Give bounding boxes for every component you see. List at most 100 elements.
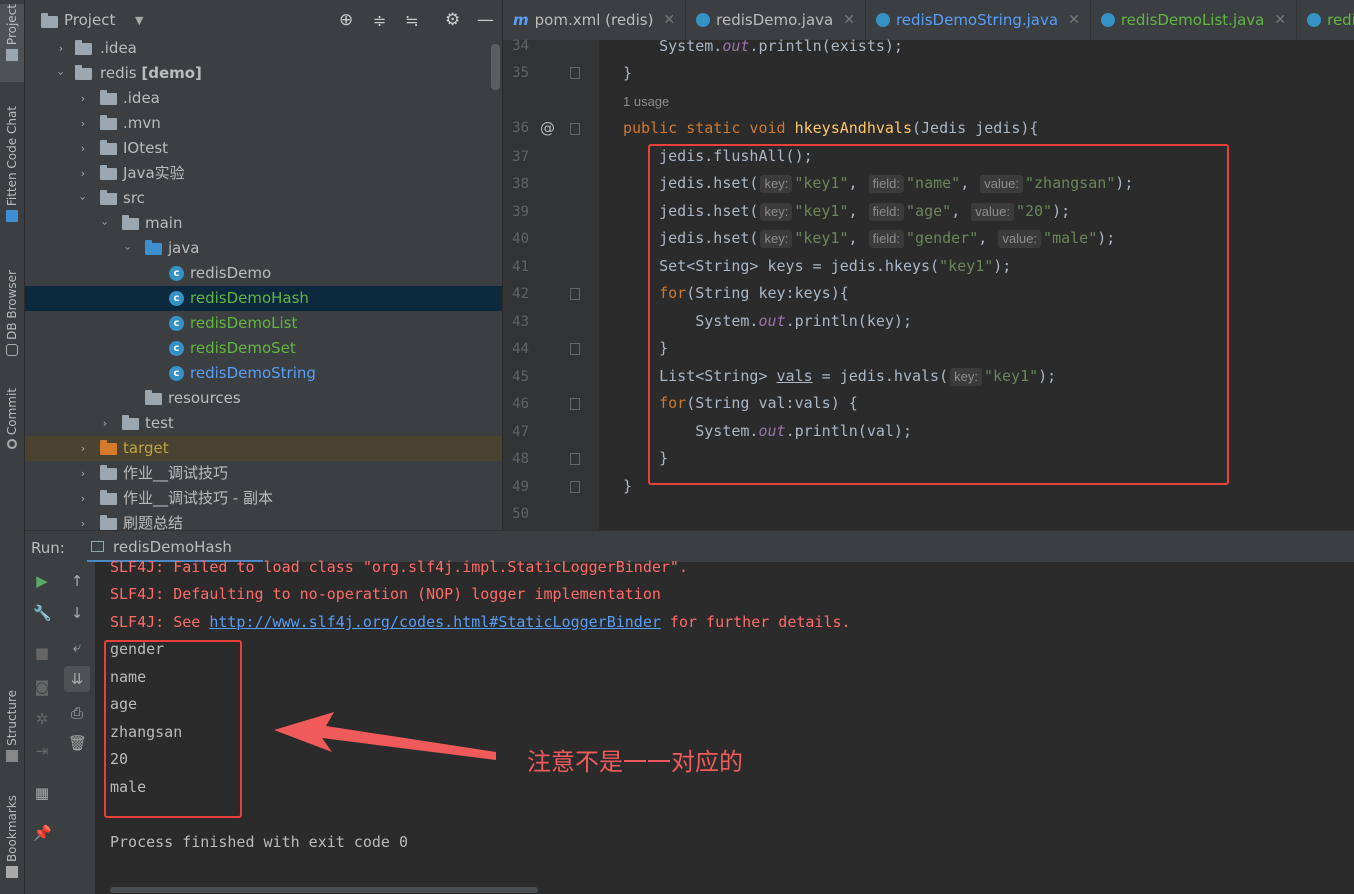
chevron-down-icon[interactable]: › — [49, 68, 74, 80]
tab-redisdemolist[interactable]: redisDemoList.java ✕ — [1091, 0, 1298, 40]
bookmarks-tab[interactable]: Bookmarks — [0, 795, 24, 887]
code-line-49: } — [623, 477, 633, 495]
close-icon[interactable]: ✕ — [663, 12, 675, 28]
tree-item-target[interactable]: › target — [25, 436, 502, 461]
chevron-down-icon[interactable]: ▼ — [135, 14, 143, 27]
soft-wrap-icon[interactable]: ⤶ — [68, 638, 86, 656]
console-error-line: SLF4J: See http://www.slf4j.org/codes.ht… — [110, 613, 851, 631]
tree-item-debug-homework[interactable]: › 作业__调试技巧 — [25, 461, 502, 486]
tree-item-mvn[interactable]: › .mvn — [25, 111, 502, 136]
tree-item-iotest[interactable]: › IOtest — [25, 136, 502, 161]
chevron-right-icon[interactable]: › — [55, 36, 67, 61]
structure-tab[interactable]: Structure — [0, 690, 24, 770]
chevron-right-icon[interactable]: › — [77, 86, 89, 111]
tree-item-label: 刷题总结 — [123, 514, 184, 530]
chevron-right-icon[interactable]: › — [77, 436, 89, 461]
fold-marker-icon[interactable] — [570, 453, 580, 465]
tree-item-practice-summary[interactable]: › 刷题总结 — [25, 511, 502, 530]
fold-marker-icon[interactable] — [570, 288, 580, 300]
tree-item-debug-homework-copy[interactable]: › 作业__调试技巧 - 副本 — [25, 486, 502, 511]
tree-item-redisdemoset[interactable]: c redisDemoSet — [25, 336, 502, 361]
exit-icon[interactable]: ⇥ — [33, 742, 51, 760]
tab-redisd-truncated[interactable]: redisD — [1297, 0, 1354, 40]
override-marker-icon[interactable]: @ — [540, 119, 555, 137]
chevron-down-icon[interactable]: › — [71, 193, 96, 205]
close-icon[interactable]: ✕ — [843, 12, 855, 28]
chevron-right-icon[interactable]: › — [77, 511, 89, 530]
chevron-down-icon[interactable]: › — [116, 243, 141, 255]
fold-marker-icon[interactable] — [570, 67, 580, 79]
line-number: 46 — [512, 396, 529, 412]
database-icon — [6, 343, 18, 356]
arrow-up-icon[interactable]: ↑ — [68, 572, 86, 590]
fold-marker-icon[interactable] — [570, 123, 580, 135]
chevron-right-icon[interactable]: › — [77, 486, 89, 511]
tree-item-label: resources — [168, 389, 241, 407]
project-tool-tab[interactable]: Project — [0, 4, 24, 82]
minimize-icon[interactable]: — — [477, 10, 494, 30]
rerun-icon[interactable]: ▶ — [33, 572, 51, 590]
tree-item-java-lab[interactable]: › Java实验 — [25, 161, 502, 186]
fold-marker-icon[interactable] — [570, 481, 580, 493]
commit-tab[interactable]: Commit — [0, 388, 24, 460]
chevron-right-icon[interactable]: › — [77, 111, 89, 136]
console-text: SLF4J: See — [110, 613, 210, 631]
pin-icon[interactable]: 📌 — [33, 824, 52, 842]
camera-icon[interactable]: ◙ — [33, 678, 51, 696]
project-scrollbar[interactable] — [491, 44, 500, 90]
commit-icon — [7, 439, 17, 450]
line-number: 50 — [512, 506, 529, 522]
class-icon: c — [169, 316, 184, 331]
tab-redisdemo[interactable]: redisDemo.java ✕ — [686, 0, 866, 40]
fold-marker-icon[interactable] — [570, 398, 580, 410]
tab-redisdemostring[interactable]: redisDemoString.java ✕ — [866, 0, 1091, 40]
print-icon[interactable]: ⎙ — [68, 704, 86, 722]
arrow-down-icon[interactable]: ↓ — [68, 604, 86, 622]
tree-item-java[interactable]: › java — [25, 236, 502, 261]
locate-icon[interactable]: ⊕ — [339, 10, 353, 30]
scroll-to-end-icon[interactable]: ⇊ — [64, 666, 90, 692]
folder-icon — [100, 90, 117, 105]
tree-item-redisdemostring[interactable]: c redisDemoString — [25, 361, 502, 386]
project-title[interactable]: Project — [64, 11, 115, 29]
run-toolbar-left: ▶ 🔧 ■ ◙ ✲ ⇥ ▦ 📌 — [25, 562, 59, 894]
chevron-down-icon[interactable]: › — [93, 218, 118, 230]
tree-item-idea[interactable]: › .idea — [25, 86, 502, 111]
tree-item-resources[interactable]: resources — [25, 386, 502, 411]
gear-icon[interactable]: ⚙ — [445, 10, 460, 30]
layout-icon[interactable]: ▦ — [33, 784, 51, 802]
close-icon[interactable]: ✕ — [1068, 12, 1080, 28]
wrench-icon[interactable]: 🔧 — [33, 604, 52, 622]
tree-item-test[interactable]: › test — [25, 411, 502, 436]
folder-icon — [100, 165, 117, 180]
tree-item-main[interactable]: › main — [25, 211, 502, 236]
chevron-right-icon[interactable]: › — [77, 161, 89, 186]
fitten-code-chat-tab[interactable]: Fitten Code Chat — [0, 106, 24, 240]
usage-hint[interactable]: 1 usage — [623, 94, 669, 109]
bug-icon[interactable]: ✲ — [33, 710, 51, 728]
tree-item-label: 作业__调试技巧 - 副本 — [123, 489, 273, 507]
tree-item-redisdemo[interactable]: c redisDemo — [25, 261, 502, 286]
tree-item-idea-root[interactable]: › .idea — [25, 36, 502, 61]
stop-icon[interactable]: ■ — [33, 644, 51, 662]
bookmark-icon — [6, 866, 18, 879]
tab-pom-xml[interactable]: m pom.xml (redis) ✕ — [503, 0, 687, 40]
chevron-right-icon[interactable]: › — [99, 411, 111, 436]
class-icon — [1307, 13, 1322, 27]
tree-item-src[interactable]: › src — [25, 186, 502, 211]
expand-all-icon[interactable]: ≑ — [373, 11, 386, 30]
db-browser-tab[interactable]: DB Browser — [0, 270, 24, 370]
chevron-right-icon[interactable]: › — [77, 136, 89, 161]
slf4j-link[interactable]: http://www.slf4j.org/codes.html#StaticLo… — [209, 613, 661, 631]
tree-item-redisdemolist[interactable]: c redisDemoList — [25, 311, 502, 336]
collapse-all-icon[interactable]: ≒ — [405, 11, 418, 30]
trash-icon[interactable]: 🗑 — [68, 734, 87, 752]
structure-label: Structure — [5, 690, 19, 746]
chevron-right-icon[interactable]: › — [77, 461, 89, 486]
tree-item-redisdemohash[interactable]: c redisDemoHash — [25, 286, 502, 311]
tree-item-redis-module[interactable]: › redis [demo] — [25, 61, 502, 86]
fold-marker-icon[interactable] — [570, 343, 580, 355]
close-icon[interactable]: ✕ — [1274, 12, 1286, 28]
fitten-tab-label: Fitten Code Chat — [5, 106, 19, 207]
console-horizontal-scrollbar[interactable] — [110, 887, 538, 893]
